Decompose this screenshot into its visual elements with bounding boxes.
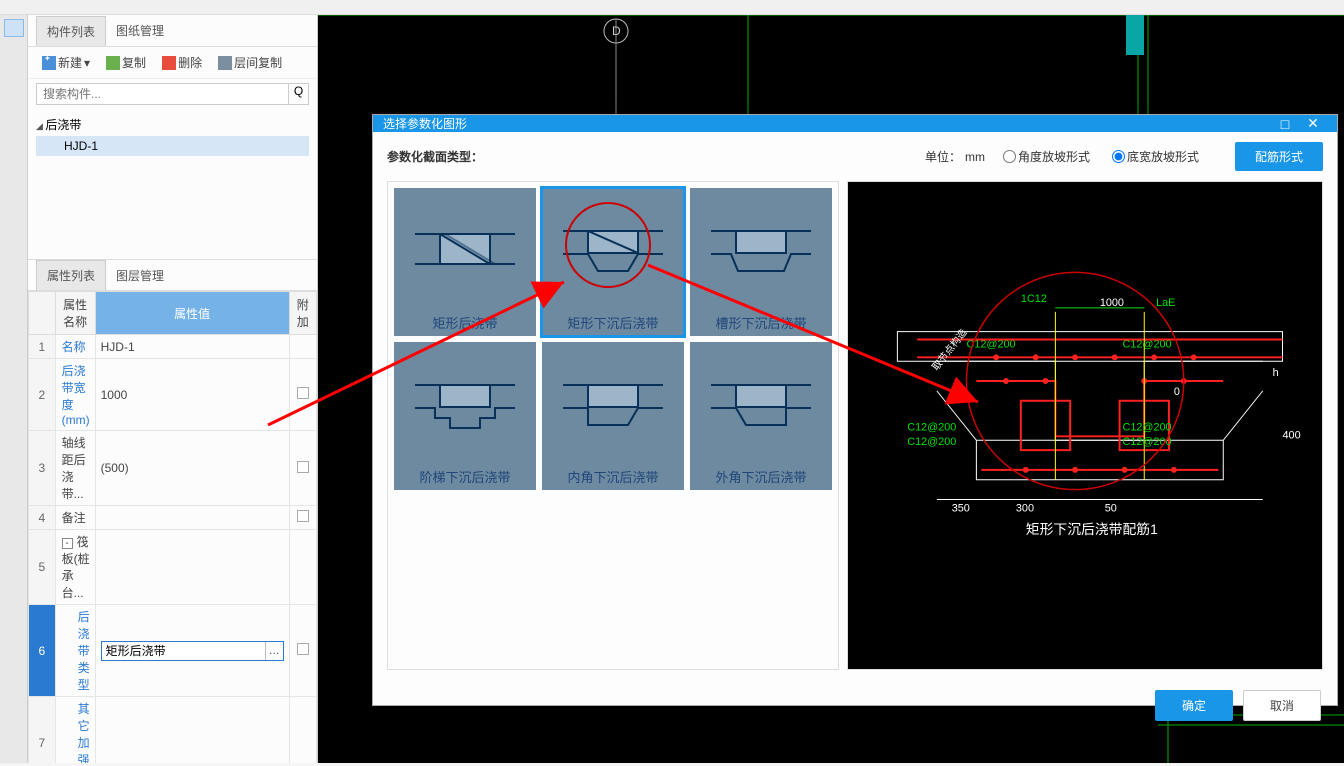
attr-row[interactable]: 7其它加强筋 (29, 697, 317, 764)
expand-icon[interactable]: - (62, 538, 73, 549)
svg-text:C12@200: C12@200 (907, 421, 956, 433)
svg-text:D: D (612, 24, 621, 38)
copy-button[interactable]: 复制 (100, 51, 152, 74)
radio-width[interactable] (1112, 150, 1125, 163)
type-card[interactable]: 矩形后浇带 (394, 188, 536, 336)
svg-text:LaE: LaE (1156, 297, 1175, 309)
unit-value: mm (965, 150, 985, 164)
svg-text:C12@200: C12@200 (907, 436, 956, 448)
dialog-body: 矩形后浇带矩形下沉后浇带槽形下沉后浇带阶梯下沉后浇带内角下沉后浇带外角下沉后浇带… (373, 181, 1337, 680)
dialog-header: 参数化截面类型： 单位： mm 角度放坡形式 底宽放坡形式 配筋形式 (373, 132, 1337, 181)
attr-row[interactable]: 3轴线距后浇带...(500) (29, 431, 317, 506)
type-card-label: 阶梯下沉后浇带 (394, 463, 536, 490)
preview-panel: 1C12 1000 LaE C12@200 C12@200 h (847, 181, 1323, 670)
type-card-label: 矩形后浇带 (394, 309, 536, 336)
attr-row[interactable]: 5-筏板(桩承台... (29, 530, 317, 605)
search-input[interactable] (36, 83, 289, 105)
svg-text:取节点构造: 取节点构造 (929, 326, 970, 373)
type-card[interactable]: 槽形下沉后浇带 (690, 188, 832, 336)
dialog-footer: 确定 取消 (373, 680, 1337, 731)
rebar-form-button[interactable]: 配筋形式 (1235, 142, 1323, 171)
svg-text:h: h (1273, 367, 1279, 379)
attach-checkbox[interactable] (297, 461, 309, 473)
attribute-table: 属性名称 属性值 附加 1名称HJD-12后浇带宽度(mm)10003轴线距后浇… (28, 291, 317, 763)
type-card-label: 内角下沉后浇带 (542, 463, 684, 490)
layer-icon (218, 56, 232, 70)
svg-text:1000: 1000 (1100, 297, 1124, 309)
attr-row[interactable]: 1名称HJD-1 (29, 335, 317, 359)
svg-text:1C12: 1C12 (1021, 293, 1047, 305)
svg-text:400: 400 (1283, 429, 1301, 441)
left-panel: 构件列表 图纸管理 新建 ▾ 复制 删除 层间复制 Q 后浇带 HJD-1 属性… (28, 15, 318, 763)
unit-label: 单位： (925, 148, 961, 165)
col-attach: 附加 (289, 292, 316, 335)
svg-text:矩形下沉后浇带配筋1: 矩形下沉后浇带配筋1 (1026, 521, 1158, 537)
parametric-dialog: 选择参数化图形 □ ✕ 参数化截面类型： 单位： mm 角度放坡形式 底宽放坡形… (372, 114, 1338, 706)
col-name: 属性名称 (55, 292, 95, 335)
new-icon (42, 56, 56, 70)
top-toolbar (0, 0, 1344, 15)
tree-parent[interactable]: 后浇带 (36, 113, 309, 136)
attach-checkbox[interactable] (297, 387, 309, 399)
component-toolbar: 新建 ▾ 复制 删除 层间复制 (28, 47, 317, 79)
search-row: Q (28, 79, 317, 109)
type-card[interactable]: 内角下沉后浇带 (542, 342, 684, 490)
left-rail (0, 15, 28, 763)
svg-text:300: 300 (1016, 502, 1034, 514)
radio-width-label: 底宽放坡形式 (1127, 148, 1199, 165)
maximize-button[interactable]: □ (1271, 116, 1299, 132)
attr-row[interactable]: 4备注 (29, 506, 317, 530)
svg-text:C12@200: C12@200 (1123, 421, 1172, 433)
radio-angle[interactable] (1003, 150, 1016, 163)
tab-components[interactable]: 构件列表 (36, 16, 106, 46)
component-tabs: 构件列表 图纸管理 (28, 15, 317, 47)
type-card-label: 槽形下沉后浇带 (690, 309, 832, 336)
tree-child-selected[interactable]: HJD-1 (36, 136, 309, 156)
attr-row[interactable]: 6后浇带类型… (29, 605, 317, 697)
rail-icon[interactable] (4, 19, 24, 37)
value-input[interactable] (102, 644, 265, 658)
type-grid: 矩形后浇带矩形下沉后浇带槽形下沉后浇带阶梯下沉后浇带内角下沉后浇带外角下沉后浇带 (387, 181, 839, 670)
type-card-label: 矩形下沉后浇带 (542, 309, 684, 336)
svg-text:0: 0 (1174, 386, 1180, 398)
attach-checkbox[interactable] (297, 510, 309, 522)
dialog-title-text: 选择参数化图形 (383, 115, 467, 132)
radio-angle-label: 角度放坡形式 (1018, 148, 1090, 165)
section-type-label: 参数化截面类型： (387, 148, 483, 165)
close-button[interactable]: ✕ (1299, 115, 1327, 132)
delete-icon (162, 56, 176, 70)
col-value: 属性值 (95, 292, 289, 335)
search-help[interactable]: Q (289, 83, 309, 105)
ellipsis-button[interactable]: … (265, 642, 283, 660)
svg-text:350: 350 (952, 502, 970, 514)
svg-text:50: 50 (1105, 502, 1117, 514)
layer-copy-button[interactable]: 层间复制 (212, 51, 288, 74)
attribute-tabs: 属性列表 图层管理 (28, 259, 317, 291)
ok-button[interactable]: 确定 (1155, 690, 1233, 721)
type-card-label: 外角下沉后浇带 (690, 463, 832, 490)
cancel-button[interactable]: 取消 (1243, 690, 1321, 721)
dialog-titlebar[interactable]: 选择参数化图形 □ ✕ (373, 115, 1337, 132)
tab-layers[interactable]: 图层管理 (106, 261, 174, 290)
attach-checkbox[interactable] (297, 643, 309, 655)
delete-button[interactable]: 删除 (156, 51, 208, 74)
type-card[interactable]: 外角下沉后浇带 (690, 342, 832, 490)
new-button[interactable]: 新建 ▾ (36, 51, 96, 74)
copy-icon (106, 56, 120, 70)
tab-attributes[interactable]: 属性列表 (36, 260, 106, 290)
component-tree: 后浇带 HJD-1 (28, 109, 317, 259)
attr-row[interactable]: 2后浇带宽度(mm)1000 (29, 359, 317, 431)
tab-drawings[interactable]: 图纸管理 (106, 16, 174, 45)
type-card[interactable]: 矩形下沉后浇带 (542, 188, 684, 336)
type-card[interactable]: 阶梯下沉后浇带 (394, 342, 536, 490)
